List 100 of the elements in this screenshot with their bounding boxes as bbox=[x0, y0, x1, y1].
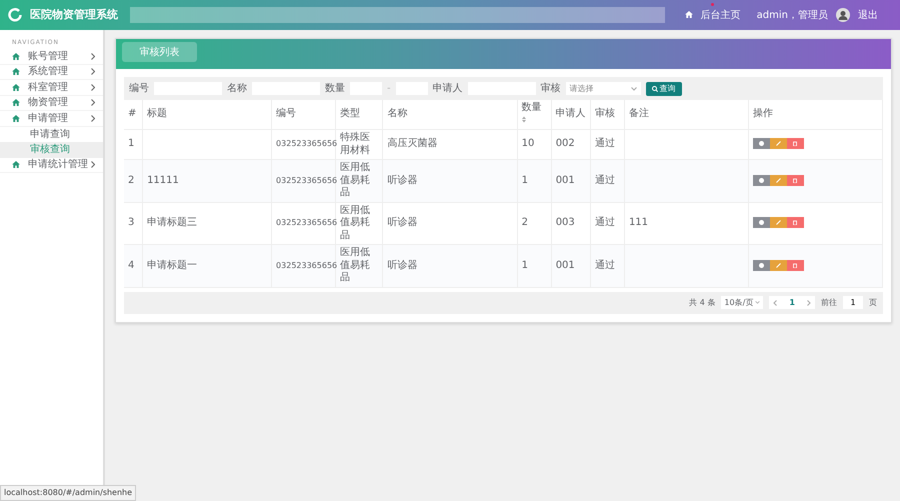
table-cell: 1 bbox=[128, 138, 134, 150]
table-cell: 1 bbox=[522, 260, 528, 270]
total-count: 共 4 条 bbox=[689, 296, 716, 308]
table-cell: 1 bbox=[522, 174, 528, 186]
logo-icon bbox=[8, 8, 22, 22]
search-icon bbox=[652, 86, 658, 92]
table-cell: 032523365656 bbox=[276, 218, 338, 227]
column-header: 类型 bbox=[340, 108, 360, 120]
view-button[interactable] bbox=[752, 138, 770, 150]
caret-icon bbox=[755, 301, 760, 304]
house-icon bbox=[12, 68, 20, 76]
filter-label: 数量 bbox=[325, 82, 345, 96]
filter-label: 编号 bbox=[129, 82, 149, 96]
chevron-right-icon bbox=[91, 68, 95, 76]
house-icon bbox=[12, 114, 20, 122]
table-cell: 003 bbox=[556, 217, 575, 228]
filter-label: 申请人 bbox=[432, 82, 463, 96]
column-header: 备注 bbox=[628, 108, 649, 120]
info-icon bbox=[758, 262, 764, 268]
table-cell: 2 bbox=[522, 217, 528, 228]
table-cell: 001 bbox=[556, 260, 575, 270]
chevron-left-icon[interactable] bbox=[773, 300, 778, 306]
search-button[interactable]: 查询 bbox=[646, 82, 682, 96]
sidebar-item[interactable]: 申请统计管理 bbox=[0, 158, 103, 173]
info-icon bbox=[758, 178, 764, 182]
table-cell: 002 bbox=[556, 138, 575, 150]
info-icon bbox=[758, 141, 764, 146]
house-icon bbox=[12, 99, 20, 106]
table-cell: 001 bbox=[556, 174, 575, 186]
home-icon bbox=[684, 11, 693, 18]
sidebar-item[interactable]: 系统管理 bbox=[0, 64, 103, 80]
table-cell: 医用低值易耗品 bbox=[340, 247, 370, 283]
table-cell: 11111 bbox=[147, 174, 179, 186]
chevron-right-icon bbox=[91, 114, 95, 122]
delete-button[interactable] bbox=[786, 217, 804, 228]
pencil-icon bbox=[776, 220, 781, 225]
home-link[interactable]: 后台主页 bbox=[700, 10, 741, 20]
goto-label: 前往 bbox=[821, 296, 837, 308]
chevron-right-icon bbox=[91, 84, 95, 91]
range-separator: - bbox=[387, 82, 391, 96]
table-cell: 10 bbox=[522, 138, 534, 150]
house-icon bbox=[12, 161, 20, 168]
sidebar-subitem[interactable]: 申请查询 bbox=[0, 126, 103, 142]
filter-label: 名称 bbox=[227, 82, 247, 96]
goto-page-field[interactable]: 1 bbox=[843, 296, 863, 309]
filter-label: 审核 bbox=[540, 82, 561, 96]
chevron-right-icon bbox=[91, 99, 95, 106]
column-header: 标题 bbox=[147, 108, 168, 120]
trash-icon bbox=[793, 178, 798, 182]
sidebar-item[interactable]: 物资管理 bbox=[0, 96, 103, 111]
info-icon bbox=[758, 220, 764, 225]
table-cell: 032523365656 bbox=[276, 139, 338, 148]
table-cell: 特殊医用材料 bbox=[340, 132, 370, 156]
sidebar-item[interactable]: 账号管理 bbox=[0, 49, 103, 64]
table-cell: 高压灭菌器 bbox=[387, 138, 438, 150]
trash-icon bbox=[793, 141, 798, 146]
avatar-icon[interactable] bbox=[836, 8, 850, 22]
table-cell: 申请标题一 bbox=[147, 260, 198, 270]
edit-button[interactable] bbox=[770, 138, 787, 150]
table-cell: 通过 bbox=[594, 138, 615, 150]
chevron-right-icon[interactable] bbox=[807, 300, 811, 306]
table-cell: 听诊器 bbox=[387, 174, 418, 186]
edit-button[interactable] bbox=[770, 260, 787, 270]
chevron-right-icon bbox=[91, 161, 95, 168]
delete-button[interactable] bbox=[786, 260, 804, 270]
user-name: admin，管理员 bbox=[756, 8, 828, 22]
logout-link[interactable]: 退出 bbox=[858, 8, 878, 22]
status-url: localhost:8080/#/admin/shenhe bbox=[0, 485, 136, 501]
page-suffix: 页 bbox=[869, 296, 877, 308]
trash-icon bbox=[793, 220, 798, 225]
column-header: 审核 bbox=[594, 108, 615, 120]
sort-icon[interactable] bbox=[522, 116, 526, 124]
table-cell: 032523365656 bbox=[276, 260, 338, 270]
trash-icon bbox=[793, 262, 798, 268]
house-icon bbox=[12, 52, 20, 60]
column-header: # bbox=[128, 108, 136, 120]
page-size-select[interactable]: 10条/页 bbox=[721, 296, 764, 309]
table-cell: 医用低值易耗品 bbox=[340, 204, 370, 240]
table-cell: 通过 bbox=[594, 217, 615, 228]
pencil-icon bbox=[776, 141, 781, 146]
view-button[interactable] bbox=[752, 217, 770, 228]
view-button[interactable] bbox=[752, 260, 770, 270]
sidebar-subitem[interactable]: 审核查询 bbox=[0, 142, 103, 158]
sidebar-item[interactable]: 科室管理 bbox=[0, 80, 103, 96]
table-cell: 3 bbox=[128, 217, 134, 228]
delete-button[interactable] bbox=[786, 138, 804, 150]
edit-button[interactable] bbox=[770, 174, 787, 186]
pencil-icon bbox=[776, 262, 781, 268]
status-select[interactable]: 请选择 bbox=[566, 82, 641, 95]
table-cell: 通过 bbox=[594, 260, 615, 270]
delete-button[interactable] bbox=[786, 174, 804, 186]
column-header: 数量 bbox=[522, 102, 542, 113]
chevron-right-icon bbox=[91, 52, 95, 60]
table-cell: 申请标题三 bbox=[147, 217, 198, 228]
sidebar-item[interactable]: 申请管理 bbox=[0, 111, 103, 126]
edit-button[interactable] bbox=[770, 217, 787, 228]
view-button[interactable] bbox=[752, 174, 770, 186]
pencil-icon bbox=[776, 178, 781, 182]
caret-icon bbox=[630, 86, 637, 90]
table-cell: 听诊器 bbox=[387, 217, 418, 228]
